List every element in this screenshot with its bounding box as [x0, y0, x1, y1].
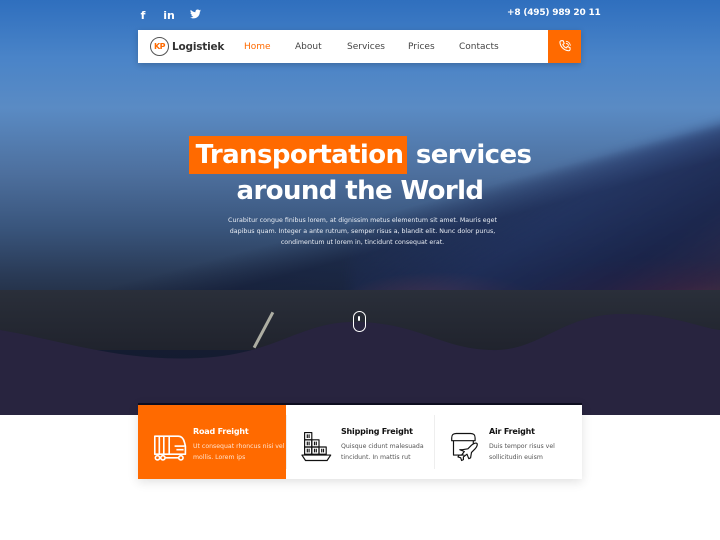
service-title: Air Freight: [489, 427, 535, 436]
hero-description: Curabitur congue finibus lorem, at digni…: [228, 217, 497, 246]
logo[interactable]: KP Logistiek: [150, 37, 230, 56]
logo-badge: KP: [150, 37, 169, 56]
phone-icon: [558, 39, 571, 51]
service-card-shipping-freight[interactable]: Shipping Freight Quisque cidunt malesuad…: [286, 405, 434, 479]
service-title: Shipping Freight: [341, 427, 413, 436]
service-text: Duis tempor risus vel sollicitudin euism: [489, 443, 555, 461]
services-strip: Road Freight Ut consequat rhoncus nisi v…: [138, 403, 582, 479]
service-card-road-freight[interactable]: Road Freight Ut consequat rhoncus nisi v…: [138, 405, 286, 479]
social-links: f in: [137, 9, 201, 22]
service-text: Quisque cidunt malesuada tincidunt. In m…: [341, 443, 424, 461]
topbar-phone[interactable]: +8 (495) 989 20 11: [507, 8, 601, 18]
linkedin-icon[interactable]: in: [163, 9, 175, 22]
headline-highlight: Transportation: [188, 136, 408, 174]
twitter-bird-icon: [189, 9, 201, 19]
nav-item-contacts[interactable]: Contacts: [459, 42, 519, 52]
headline-line2: around the World: [236, 176, 485, 206]
nav-item-prices[interactable]: Prices: [408, 42, 459, 52]
call-button[interactable]: [548, 30, 581, 63]
headline-rest: services: [415, 140, 532, 170]
scroll-wheel: [358, 316, 360, 321]
logo-text: Logistiek: [172, 40, 225, 53]
hero-headline: Transportation services around the World: [0, 136, 720, 208]
nav-menu: Home About Services Prices Contacts: [244, 42, 519, 52]
cargo-ship-icon: [301, 432, 332, 462]
main-navbar: KP Logistiek Home About Services Prices …: [138, 30, 581, 63]
service-text: Ut consequat rhoncus nisi vel mollis. Lo…: [193, 443, 285, 461]
twitter-icon[interactable]: [189, 9, 201, 22]
mouse-scroll-icon[interactable]: [353, 311, 366, 332]
nav-item-home[interactable]: Home: [244, 42, 295, 52]
truck-icon: [153, 435, 187, 461]
nav-item-services[interactable]: Services: [347, 42, 408, 52]
service-title: Road Freight: [193, 427, 249, 436]
facebook-icon[interactable]: f: [137, 9, 149, 22]
service-card-air-freight[interactable]: Air Freight Duis tempor risus vel sollic…: [434, 405, 582, 479]
nav-item-about[interactable]: About: [295, 42, 347, 52]
air-cargo-icon: [451, 432, 478, 462]
